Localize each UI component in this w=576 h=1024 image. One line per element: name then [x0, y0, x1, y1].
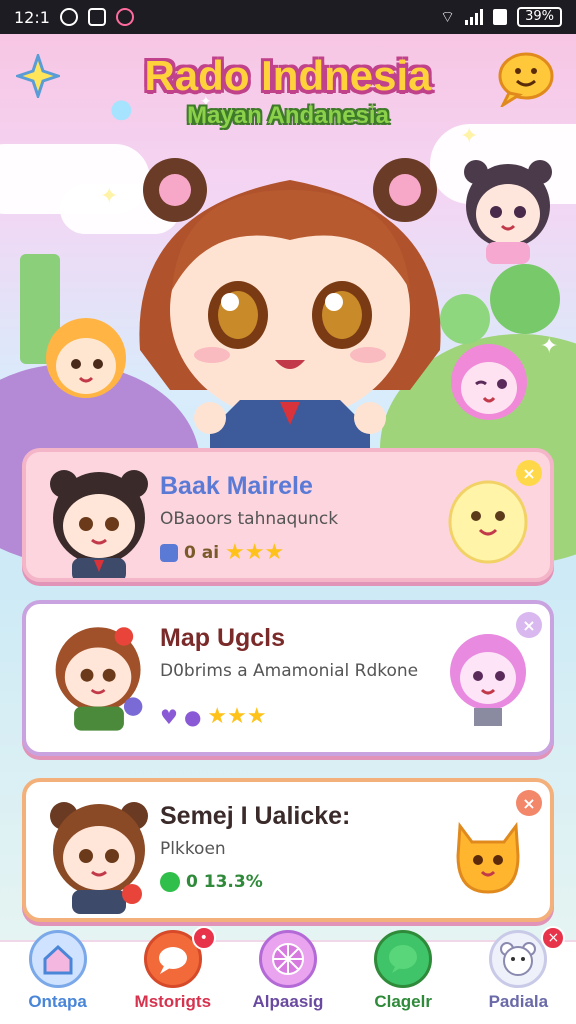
- nav-label: Ontapa: [28, 992, 87, 1011]
- hero-character-illustration: [139, 158, 441, 450]
- nav-label: Mstorigts: [134, 992, 212, 1011]
- card-mascot: [450, 634, 526, 726]
- card-meta: 0 ai ★★★: [160, 540, 284, 565]
- nav-item-explore[interactable]: Alpaasig: [233, 930, 343, 1012]
- bubble-icon: [374, 930, 433, 988]
- rating-stars: ★★★: [207, 704, 267, 729]
- pin-icon: ●: [183, 704, 202, 729]
- title-block: Rado Indnesia Mayan Andanesia: [0, 52, 576, 130]
- app-subtitle: Mayan Andanesia: [187, 102, 389, 129]
- nav-label: Alpaasig: [252, 992, 324, 1011]
- card-subtitle: Plkkoen: [160, 839, 226, 859]
- app-title: Rado Indnesia: [144, 52, 432, 99]
- heart-icon: ♥: [160, 704, 178, 729]
- status-right: ⌔ 39%: [440, 7, 562, 27]
- nav-item-profile[interactable]: × Padiala: [463, 926, 573, 1012]
- card-mascot: [456, 821, 520, 894]
- battery-indicator: 39%: [517, 7, 562, 27]
- nav-label: Clagelr: [374, 992, 432, 1011]
- card-meta-text: 0 ai: [184, 542, 220, 563]
- nav-label: Padiala: [488, 992, 549, 1011]
- rating-stars: ★★★: [225, 540, 285, 565]
- notification-badge: ×: [541, 926, 566, 950]
- card-avatar: [50, 470, 148, 578]
- side-character-right: [451, 344, 527, 420]
- sync-icon: [59, 8, 78, 26]
- bear-icon: [489, 930, 548, 988]
- bottom-navigation: Ontapa • Mstorigts Alpaasig Clagelr × Pa…: [0, 926, 576, 1024]
- home-icon: [28, 930, 87, 988]
- card-meta-text: 0 13.3%: [186, 872, 263, 892]
- card-title: Baak Mairele: [160, 472, 313, 500]
- card-avatar: [50, 802, 148, 914]
- status-icon: [160, 872, 180, 892]
- card-meta: 0 13.3%: [160, 872, 263, 892]
- signal-icon: [465, 9, 484, 25]
- nav-item-home[interactable]: Ontapa: [3, 930, 113, 1012]
- nav-item-chat[interactable]: Clagelr: [348, 930, 458, 1012]
- status-time: 12:1: [14, 7, 50, 27]
- side-character-top-right: [464, 160, 552, 264]
- notification-icon: [115, 8, 134, 26]
- card-subtitle: D0brims a Amamonial Rdkone: [160, 661, 419, 681]
- status-left: 12:1: [14, 8, 134, 27]
- card-subtitle: OBaoors tahnaqunck: [160, 509, 339, 529]
- card-mascot: [448, 480, 528, 564]
- gallery-icon: [87, 8, 106, 26]
- ball-icon: [258, 930, 317, 988]
- card-title: Map Ugcls: [160, 624, 286, 652]
- sim-icon: [493, 9, 508, 25]
- notification-badge: •: [191, 926, 216, 950]
- list-card-1[interactable]: Baak Mairele OBaoors tahnaqunck 0 ai ★★★…: [22, 448, 554, 582]
- card-title: Semej I Ualicke:: [160, 802, 351, 830]
- status-bar: 12:1 ⌔ 39%: [0, 0, 576, 34]
- side-character-left: [46, 318, 126, 398]
- card-avatar: [55, 627, 143, 731]
- edit-icon: [160, 543, 178, 562]
- close-badge[interactable]: ×: [516, 460, 542, 486]
- nav-item-messages[interactable]: • Mstorigts: [118, 926, 228, 1012]
- close-badge[interactable]: ×: [516, 790, 542, 816]
- wifi-icon: ⌔: [440, 7, 456, 26]
- close-badge[interactable]: ×: [516, 612, 542, 638]
- list-card-3[interactable]: Semej I Ualicke: Plkkoen 0 13.3% ×: [22, 778, 554, 922]
- card-meta: ♥ ● ★★★: [160, 704, 267, 729]
- list-card-2[interactable]: Map Ugcls D0brims a Amamonial Rdkone ♥ ●…: [22, 600, 554, 756]
